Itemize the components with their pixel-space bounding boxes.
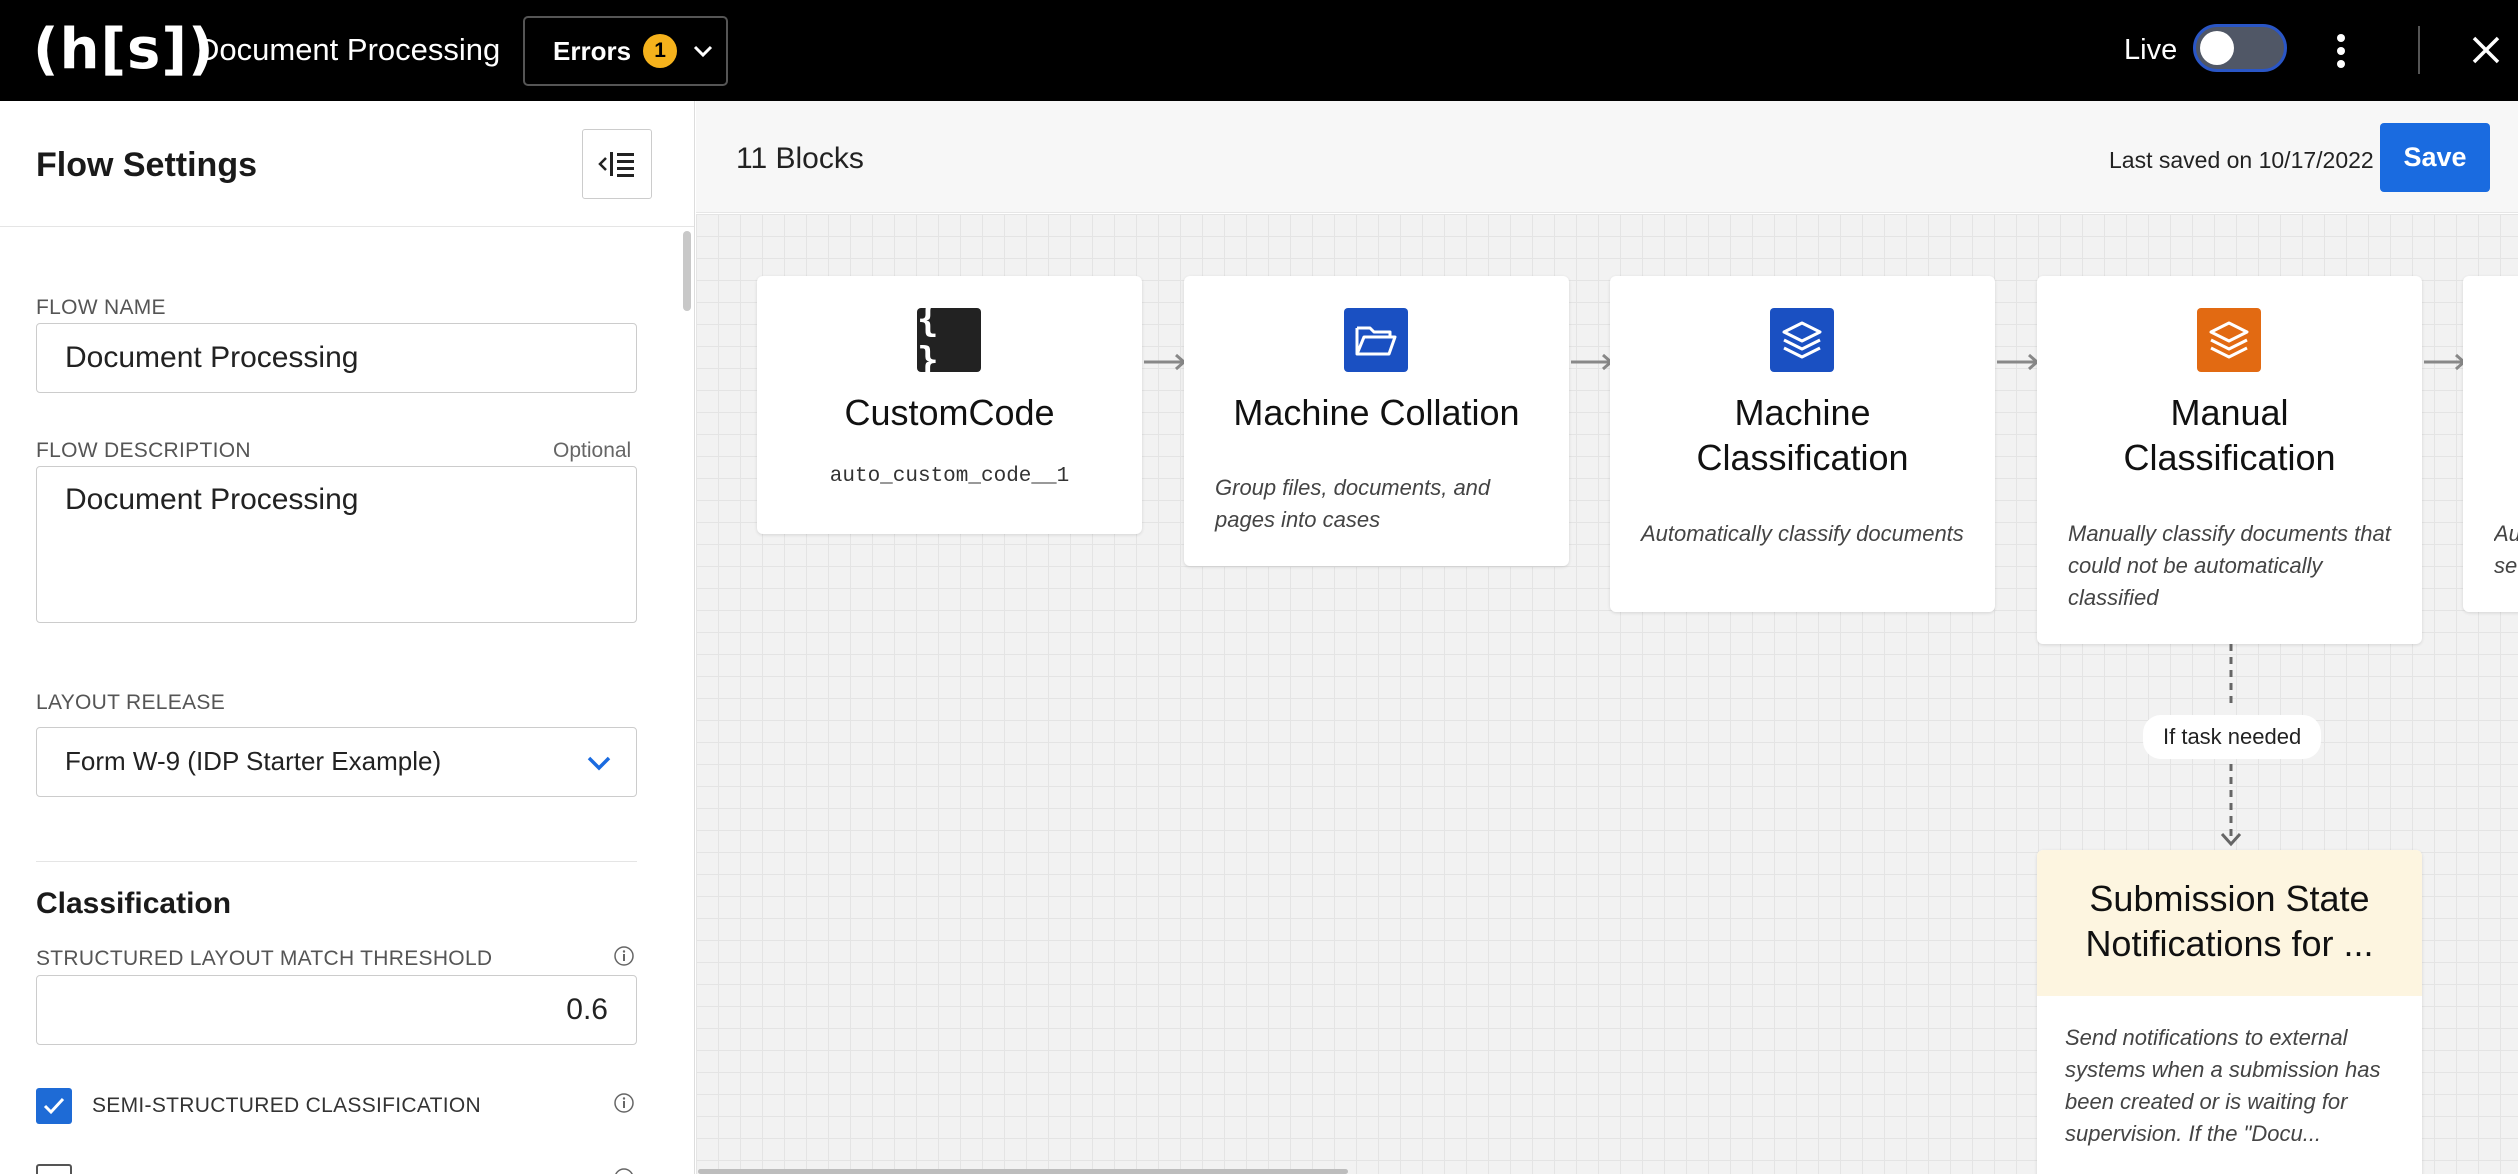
flow-settings-sidebar: Flow Settings FLOW NAME Document Process… [0,101,695,1174]
block-title: Submission State Notifications for ... [2085,878,2374,964]
checkmark-icon [43,1097,65,1115]
live-toggle[interactable] [2193,24,2287,72]
flow-canvas[interactable]: { } CustomCode auto_custom_code__1 Machi… [696,214,2518,1174]
curly-braces-icon: { } [917,299,981,381]
layout-release-value: Form W-9 (IDP Starter Example) [65,746,442,776]
optional-label: Optional [553,439,632,462]
semi-structured-checkbox[interactable] [36,1088,72,1124]
classification-section-title: Classification [36,887,232,920]
sidebar-scrollbar[interactable] [683,231,691,311]
topbar-divider [2418,26,2420,74]
collapse-list-icon [598,152,634,177]
block-machine-classification[interactable]: Machine Classification Automatically cla… [1610,276,1995,612]
info-icon[interactable] [613,1167,635,1174]
block-custom-code[interactable]: { } CustomCode auto_custom_code__1 [757,276,1142,534]
block-title: Manual Classification [2123,392,2336,478]
threshold-label: STRUCTURED LAYOUT MATCH THRESHOLD [36,947,493,970]
block-title: Machine Collation [1233,392,1520,433]
chevron-down-icon [691,39,715,63]
info-icon[interactable] [613,1092,635,1114]
section-divider [36,861,637,862]
sidebar-header: Flow Settings [0,101,694,227]
arrow-right-icon [1997,353,2040,371]
errors-label: Errors [553,35,632,66]
arrow-right-icon [1144,353,1187,371]
app-title: Document Processing [197,32,501,67]
errors-dropdown-button[interactable]: Errors 1 [523,16,728,86]
block-partial[interactable]: Au se [2463,276,2518,612]
block-description: Au se [2494,521,2518,578]
layers-icon [2197,308,2261,372]
canvas-header: 11 Blocks Last saved on 10/17/2022 Save [696,101,2518,213]
flow-description-label: FLOW DESCRIPTION [36,439,251,462]
blocks-count: 11 Blocks [736,142,864,175]
save-button[interactable]: Save [2380,123,2490,192]
close-icon[interactable] [2466,30,2506,70]
block-description: Group files, documents, and pages into c… [1215,475,1491,532]
flow-name-label: FLOW NAME [36,296,166,319]
last-saved-text: Last saved on 10/17/2022 [2109,147,2374,173]
threshold-input[interactable]: 0.6 [36,975,637,1045]
arrow-right-icon [2424,353,2467,371]
top-bar: (h[s]) Document Processing Errors 1 Live [0,0,2518,101]
arrow-right-icon [1571,353,1614,371]
flow-description-textarea[interactable]: Document Processing [36,466,637,623]
canvas-horizontal-scrollbar[interactable] [698,1169,1348,1174]
block-code-name: auto_custom_code__1 [829,465,1070,488]
block-submission-notifications[interactable]: Submission State Notifications for ... S… [2037,850,2422,1174]
block-description: Automatically classify documents [1641,521,1964,546]
hyperscience-logo: (h[s]) [33,17,215,82]
layout-release-select[interactable]: Form W-9 (IDP Starter Example) [36,727,637,797]
info-icon[interactable] [613,945,635,967]
block-manual-classification[interactable]: Manual Classification Manually classify … [2037,276,2422,644]
block-machine-collation[interactable]: Machine Collation Group files, documents… [1184,276,1569,566]
next-option-checkbox[interactable] [36,1164,72,1174]
toggle-knob [2200,31,2234,65]
errors-count-badge: 1 [643,34,678,68]
layout-release-label: LAYOUT RELEASE [36,691,225,714]
folder-open-icon [1344,308,1408,372]
collapse-sidebar-button[interactable] [582,129,652,199]
more-options-icon[interactable] [2326,28,2356,74]
block-title: Machine Classification [1696,392,1909,478]
branch-condition-label: If task needed [2143,715,2322,759]
sidebar-title: Flow Settings [36,146,257,184]
chevron-down-icon [587,756,611,771]
live-label: Live [2124,34,2178,66]
block-description: Send notifications to external systems w… [2065,1025,2381,1146]
layers-icon [1770,308,1834,372]
block-description: Manually classify documents that could n… [2068,521,2391,610]
semi-structured-label: SEMI-STRUCTURED CLASSIFICATION [92,1094,481,1117]
block-title: CustomCode [844,392,1055,433]
flow-name-input[interactable]: Document Processing [36,323,637,393]
